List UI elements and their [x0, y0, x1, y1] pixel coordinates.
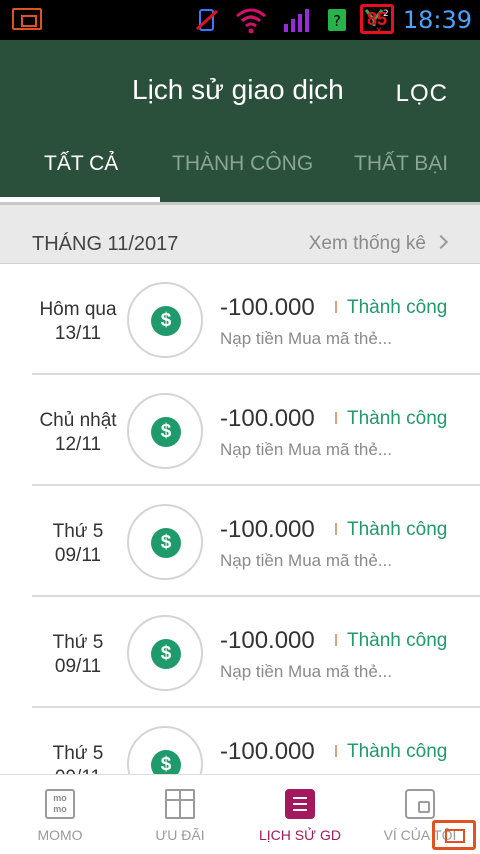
signal-icon: [284, 9, 309, 32]
nav-label: ƯU ĐÃI: [155, 827, 205, 843]
tab-failed[interactable]: THẤT BẠI: [354, 152, 448, 176]
tab-success[interactable]: THÀNH CÔNG: [172, 152, 313, 176]
transaction-date: Chủ nhật 12/11: [39, 410, 117, 455]
month-label: THÁNG 11/2017: [32, 233, 179, 255]
nav-offers[interactable]: ƯU ĐÃI: [120, 775, 240, 854]
transaction-amount: -100.000: [220, 738, 315, 765]
transaction-icon-circle: $: [127, 615, 203, 691]
battery-badge: 85: [360, 4, 394, 34]
transaction-date: Thứ 509/11: [52, 632, 104, 677]
status-icons: ? 2 x: [194, 4, 388, 36]
transaction-status: Thành công: [347, 297, 448, 318]
transaction-description: Nạp tiền Mua mã thẻ...: [220, 440, 392, 459]
transaction-status: Thành công: [347, 630, 448, 651]
transaction-description: Nạp tiền Mua mã thẻ...: [220, 662, 392, 681]
filter-button[interactable]: LỌC: [396, 80, 448, 108]
dollar-icon: $: [151, 639, 181, 669]
screen-capture-icon[interactable]: [432, 820, 476, 850]
dollar-icon: $: [151, 417, 181, 447]
transaction-status: Thành công: [347, 519, 448, 540]
transaction-description: Nạp tiền Mua mã thẻ...: [220, 329, 392, 348]
transaction-row[interactable]: Hôm qua 13/11 $ -100.000 Thành công Nạp t…: [0, 264, 480, 375]
dollar-icon: $: [151, 528, 181, 558]
transaction-description: Nạp tiền Mua mã thẻ...: [220, 551, 392, 570]
month-header: THÁNG 11/2017 Xem thống kê: [0, 202, 480, 264]
transaction-date: Thứ 509/11: [52, 521, 104, 566]
bottom-nav: mo mo MOMO ƯU ĐÃI LỊCH SỬ GD VÍ CỦA TÔI: [0, 774, 480, 854]
transaction-icon-circle: $: [127, 504, 203, 580]
nav-label: LỊCH SỬ GD: [259, 827, 341, 843]
transaction-date: Hôm qua 13/11: [39, 299, 117, 344]
transaction-status: Thành công: [347, 408, 448, 429]
transaction-amount: -100.000: [220, 516, 315, 543]
transaction-row[interactable]: Thứ 5 09/11 $ -100.000 Thành công Nạp tiề…: [0, 486, 480, 597]
outgoing-arrow-icon: [335, 412, 337, 424]
transaction-amount: -100.000: [220, 405, 315, 432]
view-stats-link[interactable]: Xem thống kê: [309, 233, 426, 255]
chevron-right-icon: [433, 234, 449, 250]
sim-unknown-icon: ?: [328, 9, 346, 31]
momo-icon: mo mo: [45, 789, 75, 819]
wifi-icon: [236, 8, 266, 34]
no-sim-icon: [195, 9, 219, 31]
clock: 18:39: [402, 6, 472, 34]
outgoing-arrow-icon: [335, 301, 337, 313]
tab-all[interactable]: TẤT CẢ: [44, 152, 118, 176]
transaction-status: Thành công: [347, 741, 448, 762]
transaction-row[interactable]: Thứ 5 09/11 $ -100.000 Thành công Nạp tiề…: [0, 597, 480, 708]
outgoing-arrow-icon: [335, 523, 337, 535]
outgoing-arrow-icon: [335, 634, 337, 646]
transaction-icon-circle: $: [127, 282, 203, 358]
app-header: Lịch sử giao dịch LỌC TẤT CẢ THÀNH CÔNG …: [0, 40, 480, 202]
transaction-row[interactable]: Chủ nhật 12/11 $ -100.000 Thành công Nạp …: [0, 375, 480, 486]
nav-momo[interactable]: mo mo MOMO: [0, 775, 120, 854]
wallet-icon: [405, 789, 435, 819]
svg-text:?: ?: [333, 12, 341, 30]
screen-capture-icon: [12, 8, 42, 30]
dollar-icon: $: [151, 306, 181, 336]
transaction-icon-circle: $: [127, 393, 203, 469]
nav-label: MOMO: [37, 827, 83, 843]
transaction-amount: -100.000: [220, 294, 315, 321]
history-icon: [285, 789, 315, 819]
nav-history[interactable]: LỊCH SỬ GD: [240, 775, 360, 854]
status-bar: ? 2 x 85 18:39: [0, 0, 480, 40]
page-title: Lịch sử giao dịch: [132, 74, 344, 105]
tab-bar: TẤT CẢ THÀNH CÔNG THẤT BẠI: [0, 142, 480, 202]
gift-icon: [165, 789, 195, 819]
outgoing-arrow-icon: [335, 745, 337, 757]
transaction-amount: -100.000: [220, 627, 315, 654]
